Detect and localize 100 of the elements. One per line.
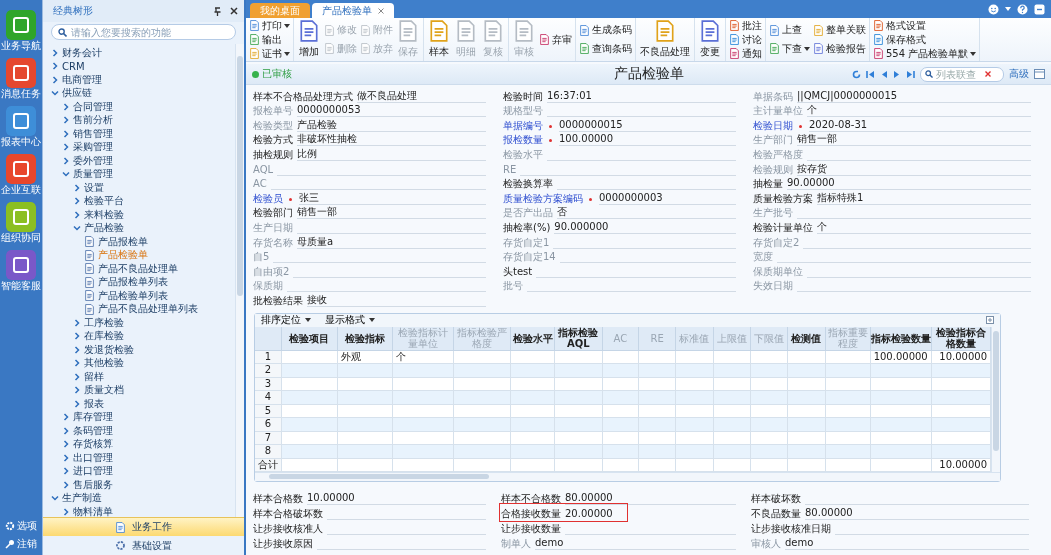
caret-icon[interactable] <box>1005 7 1011 11</box>
pin-icon[interactable] <box>213 6 222 16</box>
toolbar-dropdown[interactable]: 证书 <box>248 47 291 60</box>
nav-label[interactable]: 企业互联 <box>1 184 41 196</box>
toolbar-button[interactable]: 通知 <box>728 47 763 60</box>
advanced-link[interactable]: 高级 <box>1009 67 1029 81</box>
nav-label[interactable]: 消息任务 <box>1 88 41 100</box>
input-field[interactable]: 按存货 <box>797 162 1031 176</box>
close-icon[interactable] <box>230 7 238 15</box>
toolbar-button[interactable]: 弃审 <box>538 33 573 46</box>
app-tile-icon[interactable] <box>6 10 36 40</box>
search-field[interactable]: 列表联查 <box>920 66 1004 82</box>
input-field[interactable]: 90.00000 <box>787 177 1031 191</box>
scrollbar[interactable] <box>235 44 244 517</box>
input-field[interactable]: demo <box>785 537 1029 551</box>
input-field[interactable]: 2020-08-31 <box>809 118 1031 132</box>
app-tile-icon[interactable] <box>6 250 36 280</box>
expand-icon[interactable] <box>986 316 994 325</box>
refresh-icon[interactable] <box>852 69 861 79</box>
tree-item[interactable]: 销售管理 <box>43 127 235 141</box>
toolbar-button[interactable]: 讨论 <box>728 33 763 46</box>
input-field[interactable]: 80.00000 <box>565 492 736 506</box>
input-field[interactable]: 100.00000 <box>559 133 736 147</box>
tree-item[interactable]: 质量文档 <box>43 383 235 397</box>
toolbar-button[interactable]: 格式设置 <box>872 19 978 32</box>
toolbar-button[interactable]: 批注 <box>728 19 763 32</box>
chevron-right-icon[interactable] <box>62 507 70 516</box>
tree-item[interactable]: 产品不良品处理单列表 <box>43 302 235 316</box>
input-field[interactable]: 16:37:01 <box>547 89 736 103</box>
field-label[interactable]: 质量检验方案编码 <box>503 192 583 205</box>
toolbar-button[interactable]: 上查 <box>768 23 811 37</box>
tree-item[interactable]: 设置 <box>43 181 235 195</box>
tree-item[interactable]: 售前分析 <box>43 113 235 127</box>
smiley-icon[interactable] <box>988 3 999 15</box>
tree-item[interactable]: 供应链 <box>43 86 235 100</box>
tree-item[interactable]: 采购管理 <box>43 140 235 154</box>
field-label[interactable]: 单据编号 <box>503 119 543 132</box>
tree-item[interactable]: 在库检验 <box>43 329 235 343</box>
column-header[interactable]: 检验项目 <box>282 326 338 351</box>
input-field[interactable]: 0000000015 <box>559 118 736 132</box>
tree-item[interactable]: 进口管理 <box>43 464 235 478</box>
field-label[interactable]: 检验日期 <box>753 119 793 132</box>
layout-icon[interactable] <box>1034 69 1045 79</box>
toolbar-dropdown[interactable]: 554 产品检验单默 <box>872 47 978 60</box>
toolbar-button[interactable]: 查询条码 <box>578 42 633 56</box>
toolbar-dropdown[interactable]: 显示格式 <box>325 313 375 328</box>
input-field[interactable]: demo <box>535 537 736 551</box>
search-field[interactable]: 请输入您要搜索的功能 <box>51 24 236 40</box>
input-field[interactable]: 非破坏性抽检 <box>297 133 486 147</box>
chevron-down-icon[interactable] <box>51 494 59 503</box>
toolbar-button[interactable]: 保存格式 <box>872 33 978 46</box>
input-field[interactable]: 母质量a <box>297 235 486 249</box>
panel-button[interactable]: 业务工作 <box>43 517 244 536</box>
input-field[interactable]: ||QMCJ|0000000015 <box>797 89 1031 103</box>
nav-label[interactable]: 组织协同 <box>1 232 41 244</box>
tree-item[interactable]: 电商管理 <box>43 73 235 87</box>
chevron-down-icon[interactable] <box>62 170 70 179</box>
tree-item[interactable]: 条码管理 <box>43 424 235 438</box>
input-field[interactable]: 产品检验 <box>297 118 486 132</box>
help-icon[interactable] <box>1017 3 1028 15</box>
input-field[interactable]: 比例 <box>297 147 486 161</box>
tree-item[interactable]: 质量管理 <box>43 167 235 181</box>
nav-label[interactable]: 业务导航 <box>1 40 41 52</box>
clear-icon[interactable] <box>985 71 991 77</box>
first-page-icon[interactable] <box>866 69 875 79</box>
tree-item[interactable]: 售后服务 <box>43 478 235 492</box>
app-tile-icon[interactable] <box>6 58 36 88</box>
field-label[interactable]: 报检数量 <box>503 134 543 147</box>
toolbar-button[interactable]: 输出 <box>248 33 291 46</box>
input-field[interactable]: 否 <box>557 206 736 220</box>
input-field[interactable]: 做不良品处理 <box>357 89 486 103</box>
tree-item[interactable]: 产品不良品处理单 <box>43 262 235 276</box>
tree-item[interactable]: 物料清单 <box>43 505 235 517</box>
tree-item[interactable]: 产品检验单列表 <box>43 289 235 303</box>
window-icon[interactable] <box>1034 3 1045 15</box>
tree-item[interactable]: 产品检验 <box>43 221 235 235</box>
app-tile-icon[interactable] <box>6 154 36 184</box>
chevron-down-icon[interactable] <box>51 89 59 98</box>
tree-item[interactable]: 检验平台 <box>43 194 235 208</box>
tree-item[interactable]: 委外管理 <box>43 154 235 168</box>
nav-label[interactable]: 智能客服 <box>1 280 41 292</box>
tree-item[interactable]: 发退货检验 <box>43 343 235 357</box>
chevron-down-icon[interactable] <box>73 224 81 233</box>
toolbar-button[interactable]: 检验报告 <box>812 42 867 56</box>
input-field[interactable]: 80.00000 <box>805 507 1029 521</box>
input-field[interactable]: 销售一部 <box>297 206 486 220</box>
tree-item[interactable]: 留样 <box>43 370 235 384</box>
input-field[interactable]: 接收 <box>307 293 486 307</box>
tree-item[interactable]: 存货核算 <box>43 437 235 451</box>
tree-item[interactable]: 报表 <box>43 397 235 411</box>
toolbar-button[interactable]: 生成条码 <box>578 23 633 37</box>
input-field[interactable]: 10.00000 <box>307 492 486 506</box>
nav-label[interactable]: 报表中心 <box>1 136 41 148</box>
rail-button[interactable]: 选项 <box>5 519 37 533</box>
toolbar-button[interactable]: 样本 <box>426 20 452 59</box>
input-field[interactable]: 0000000003 <box>599 191 736 205</box>
toolbar-dropdown[interactable]: 打印 <box>248 19 291 32</box>
tree-item[interactable]: 产品报检单 <box>43 235 235 249</box>
tree-item[interactable]: CRM <box>43 59 235 73</box>
input-field[interactable]: 90.000000 <box>554 220 736 234</box>
